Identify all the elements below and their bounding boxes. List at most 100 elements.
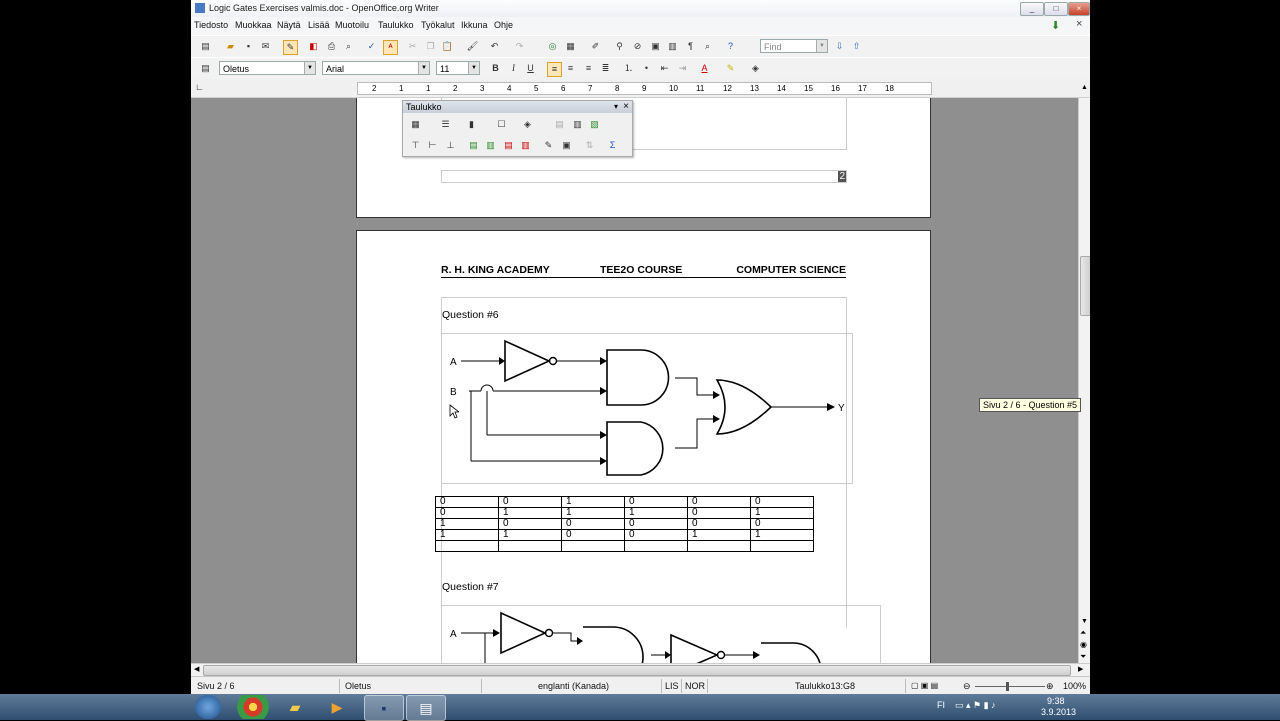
explorer-taskbar-icon[interactable]: ▰ xyxy=(276,695,314,719)
show-draw-icon[interactable]: ✐ xyxy=(589,40,602,53)
writer-taskbar-icon[interactable]: ▤ xyxy=(406,695,446,721)
table-cell[interactable]: 1 xyxy=(561,507,625,519)
table-cell[interactable] xyxy=(435,540,499,552)
vertical-scrollbar[interactable]: ▲ ▼ ⏶ ◉ ⏷ xyxy=(1078,84,1090,663)
menu-window[interactable]: Ikkuna xyxy=(461,20,488,30)
sort-icon[interactable]: ⇅ xyxy=(583,139,596,152)
find-replace-icon[interactable]: ⚲ xyxy=(613,40,626,53)
chrome-taskbar-icon[interactable] xyxy=(234,695,272,719)
line-style-icon[interactable]: ☰ xyxy=(439,118,452,131)
merge-cells-icon[interactable]: ▤ xyxy=(553,118,566,131)
zoom-out-icon[interactable]: ⊖ xyxy=(963,681,971,692)
find-input[interactable]: Find ▼ xyxy=(760,39,828,53)
background-color-icon[interactable]: ◈ xyxy=(749,62,762,75)
print-icon[interactable]: ⎙ xyxy=(325,40,338,53)
italic-button[interactable]: I xyxy=(507,62,520,75)
underline-button[interactable]: U xyxy=(524,62,537,75)
tray-icons[interactable]: ▭ ▴ ⚑ ▮ ♪ xyxy=(955,700,996,711)
zoom-slider-handle[interactable] xyxy=(1006,682,1009,691)
edit-mode-icon[interactable]: ✎ xyxy=(283,40,298,55)
table-cell[interactable]: 1 xyxy=(498,529,562,541)
close-button[interactable]: × xyxy=(1068,2,1090,16)
split-cells-icon[interactable]: ▥ xyxy=(571,118,584,131)
print-preview-icon[interactable]: ⌕ xyxy=(342,40,355,53)
borders-icon[interactable]: ☐ xyxy=(495,118,508,131)
horizontal-scroll-thumb[interactable] xyxy=(203,665,1071,676)
horizontal-ruler[interactable]: ∟ 2 1 1 2 3 4 5 6 7 8 9 10 11 12 13 14 15 16 17 18 xyxy=(191,79,1090,98)
scroll-right-icon[interactable]: ▶ xyxy=(1078,665,1083,673)
new-document-icon[interactable]: ▤ xyxy=(199,40,212,53)
undo-icon[interactable]: ↶ xyxy=(488,40,501,53)
status-selection-mode[interactable]: NOR xyxy=(685,681,705,691)
sum-icon[interactable]: Σ xyxy=(606,139,619,152)
styles-formatting-icon[interactable]: ▤ xyxy=(199,62,212,75)
document-area[interactable]: 2 R. H. KING ACADEMY TEE2O COURSE COMPUT… xyxy=(191,98,1078,663)
find-dropdown-icon[interactable]: ▼ xyxy=(816,40,827,52)
gallery-icon[interactable]: ▣ xyxy=(649,40,662,53)
table-properties-icon[interactable]: ▣ xyxy=(560,139,573,152)
hyperlink-icon[interactable]: ◎ xyxy=(546,40,559,53)
start-button[interactable] xyxy=(195,695,221,719)
update-icon[interactable]: ⬇ xyxy=(1051,19,1063,32)
style-dropdown-icon[interactable]: ▼ xyxy=(304,62,315,74)
optimize-icon[interactable]: ▧ xyxy=(588,118,601,131)
table-background-icon[interactable]: ◈ xyxy=(521,118,534,131)
table-cell[interactable] xyxy=(498,540,562,552)
table-cell[interactable] xyxy=(750,540,814,552)
font-color-icon[interactable]: A xyxy=(698,62,711,75)
table-cell[interactable]: 1 xyxy=(498,507,562,519)
table-cell[interactable]: 1 xyxy=(435,529,499,541)
save-icon[interactable]: ▪ xyxy=(242,40,255,53)
help-icon[interactable]: ? xyxy=(724,40,737,53)
table-icon[interactable]: ▦ xyxy=(564,40,577,53)
table-floating-toolbar[interactable]: Taulukko ▾ × ▦ ☰ ▮ ☐ ◈ ▤ ▥ ▧ ⊤ ⊢ ⊥ ▤ ▥ ▤… xyxy=(402,100,633,157)
autospellcheck-icon[interactable]: ᴬ xyxy=(383,40,398,55)
navigation-icon[interactable]: ◉ xyxy=(1080,640,1087,649)
insert-column-icon[interactable]: ▥ xyxy=(484,139,497,152)
zoom-icon[interactable]: ⌕ xyxy=(701,40,714,53)
menu-format[interactable]: Muotoilu xyxy=(335,20,369,30)
zoom-in-icon[interactable]: ⊕ xyxy=(1046,681,1054,692)
bullets-icon[interactable]: • xyxy=(640,62,653,75)
status-insert-mode[interactable]: LIS xyxy=(665,681,679,691)
tab-stop-icon[interactable]: ∟ xyxy=(195,82,204,92)
open-icon[interactable]: ▰ xyxy=(224,40,237,53)
table-cell[interactable]: 0 xyxy=(750,518,814,530)
align-right-icon[interactable]: ≡ xyxy=(582,62,595,75)
copy-icon[interactable]: ❐ xyxy=(424,40,437,53)
decrease-indent-icon[interactable]: ⇤ xyxy=(658,62,671,75)
menu-file[interactable]: Tiedosto xyxy=(194,20,228,30)
toolbar-close-icon[interactable]: × xyxy=(623,101,629,113)
justify-icon[interactable]: ≣ xyxy=(599,62,612,75)
table-cell[interactable] xyxy=(624,540,688,552)
align-left-icon[interactable]: ≡ xyxy=(547,62,562,77)
font-dropdown-icon[interactable]: ▼ xyxy=(418,62,429,74)
find-previous-icon[interactable]: ⇧ xyxy=(850,40,863,53)
table-cell[interactable]: 0 xyxy=(498,496,562,508)
table-cell[interactable]: 0 xyxy=(624,496,688,508)
table-cell[interactable]: 0 xyxy=(687,518,751,530)
table-cell[interactable] xyxy=(561,540,625,552)
insert-row-icon[interactable]: ▤ xyxy=(467,139,480,152)
zoom-slider[interactable] xyxy=(975,686,1045,687)
input-language[interactable]: FI xyxy=(937,700,945,710)
font-size-select[interactable]: 11 ▼ xyxy=(436,61,480,75)
navigator-icon[interactable]: ⊘ xyxy=(631,40,644,53)
highlighting-icon[interactable]: ✎ xyxy=(724,62,737,75)
table-cell[interactable]: 0 xyxy=(561,518,625,530)
align-center-icon[interactable]: ≡ xyxy=(564,62,577,75)
table-toolbar-header[interactable]: Taulukko ▾ × xyxy=(403,101,632,113)
toolbar-menu-icon[interactable]: ▾ xyxy=(614,101,618,113)
view-layout-icons[interactable]: ▢ ▣ ▤ xyxy=(911,681,938,690)
zoom-level[interactable]: 100% xyxy=(1063,681,1086,691)
bold-button[interactable]: B xyxy=(489,62,502,75)
status-language[interactable]: englanti (Kanada) xyxy=(538,681,609,691)
table-cell[interactable]: 1 xyxy=(435,518,499,530)
previous-page-icon[interactable]: ⏶ xyxy=(1080,628,1086,638)
table-cell[interactable]: 1 xyxy=(750,507,814,519)
scroll-left-icon[interactable]: ◀ xyxy=(194,665,199,673)
autoformat-icon[interactable]: ✎ xyxy=(542,139,555,152)
paste-icon[interactable]: 📋 xyxy=(441,40,454,53)
menu-help[interactable]: Ohje xyxy=(494,20,513,30)
delete-column-icon[interactable]: ▥ xyxy=(519,139,532,152)
